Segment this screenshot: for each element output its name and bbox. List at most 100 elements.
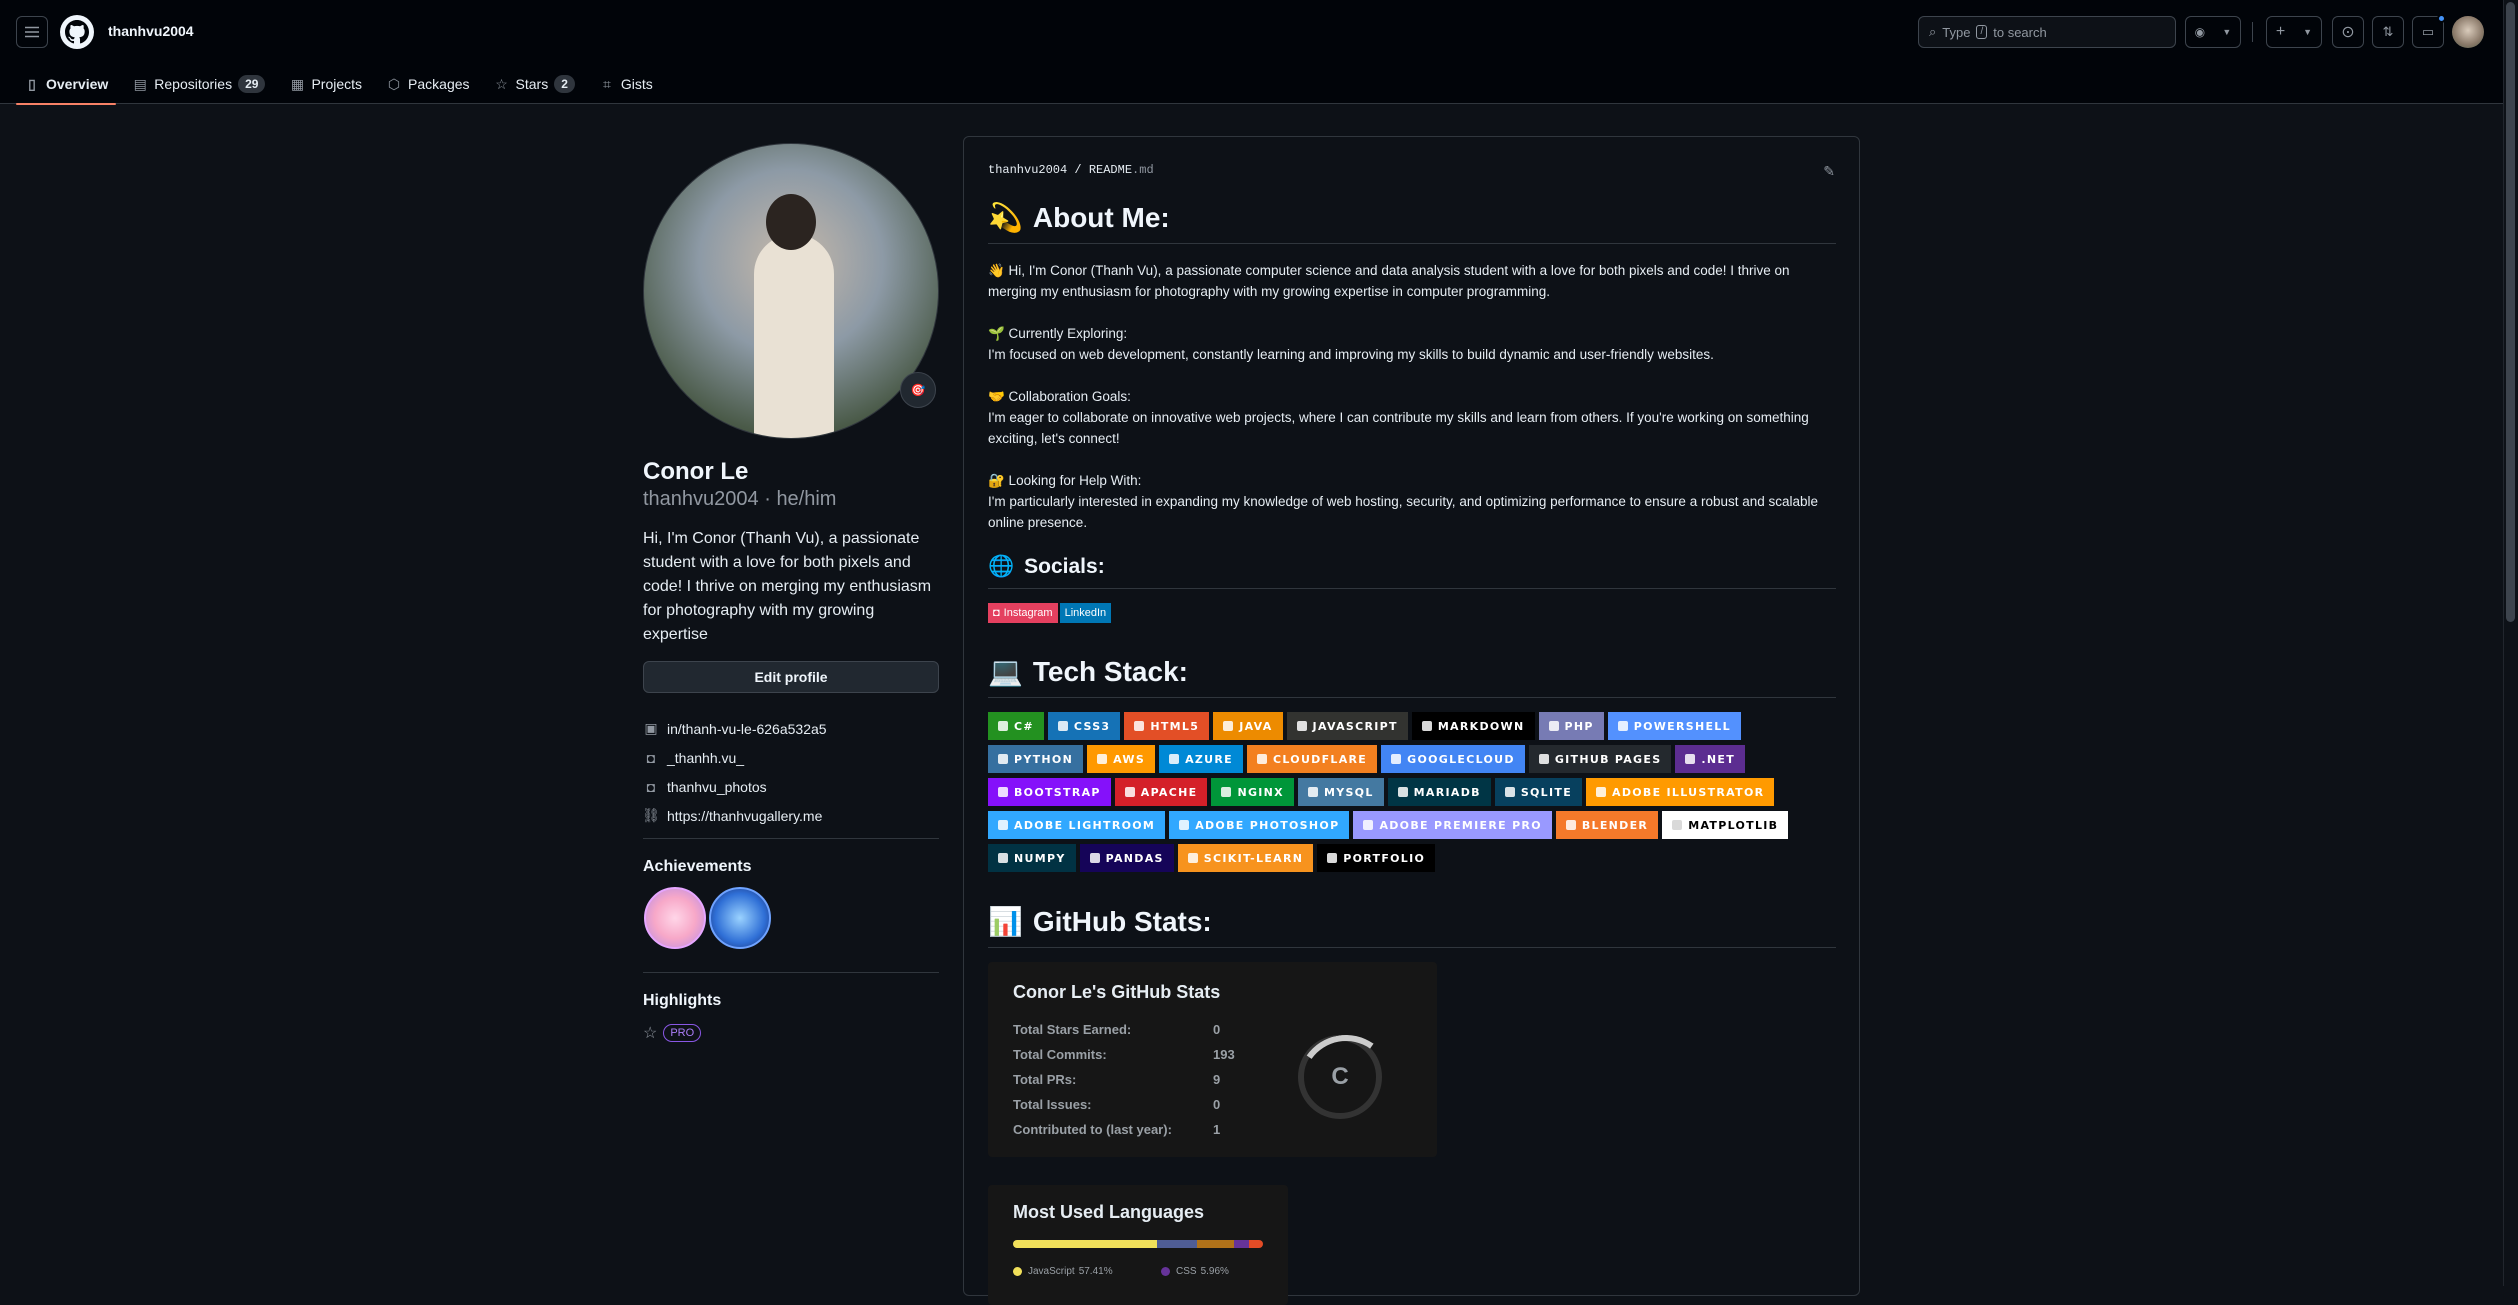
tech-badge[interactable]: php	[1538, 712, 1604, 740]
stars-count: 2	[554, 75, 575, 93]
tech-badge[interactable]: adobe illustrator	[1586, 778, 1775, 806]
tech-badge[interactable]: bootstrap	[988, 778, 1111, 806]
pull-requests-button[interactable]: ⇅	[2372, 16, 2404, 48]
tech-badge-label: python	[1014, 752, 1074, 766]
tech-badge[interactable]: scikit-learn	[1177, 844, 1314, 872]
tech-badge[interactable]: blender	[1555, 811, 1659, 839]
tab-stars[interactable]: ☆ Stars 2	[486, 64, 583, 104]
tech-logo-icon	[1538, 754, 1549, 764]
achievement-yolo-badge[interactable]	[644, 887, 706, 949]
tab-repositories[interactable]: ▤ Repositories 29	[124, 64, 273, 104]
tech-badge[interactable]: googlecloud	[1381, 745, 1525, 773]
link-website[interactable]: ⛓ https://thanhvugallery.me	[642, 801, 939, 830]
collab-text: I'm eager to collaborate on innovative w…	[988, 410, 1809, 446]
edit-profile-button[interactable]: Edit profile	[643, 661, 939, 693]
link-instagram-2[interactable]: ◘ thanhvu_photos	[643, 772, 939, 801]
stat-value: 9	[1213, 1072, 1221, 1087]
tech-badge-list: c# css3 html5 java javascript markdown php powe…	[988, 712, 1836, 877]
tech-badge[interactable]: portfolio	[1317, 844, 1436, 872]
copilot-button[interactable]: ◉ ▼	[2185, 16, 2241, 48]
inbox-icon: ▭	[2421, 24, 2435, 39]
tech-badge[interactable]: markdown	[1411, 712, 1535, 740]
tech-badge[interactable]: c#	[988, 712, 1044, 740]
issues-button[interactable]: ⊙	[2332, 16, 2364, 48]
tech-badge[interactable]: cloudflare	[1247, 745, 1378, 773]
tech-badge[interactable]: html5	[1124, 712, 1210, 740]
repo-icon: ▤	[133, 75, 147, 92]
user-avatar[interactable]	[2452, 16, 2484, 48]
tech-badge[interactable]: pandas	[1079, 844, 1174, 872]
instagram-badge[interactable]: ◘ Instagram	[988, 603, 1058, 623]
search-input[interactable]: ⌕ Type / to search	[1918, 16, 2176, 48]
profile-login: thanhvu2004 · he/him	[643, 488, 837, 510]
tech-badge[interactable]: sqlite	[1494, 778, 1583, 806]
create-new-button[interactable]: + ▼	[2266, 16, 2322, 48]
tech-badge-label: aws	[1113, 752, 1146, 766]
tech-badge[interactable]: mariadb	[1387, 778, 1491, 806]
set-status-button[interactable]: 🎯	[900, 372, 936, 408]
tech-logo-icon	[1565, 820, 1576, 830]
readme-path-user[interactable]: thanhvu2004	[988, 163, 1067, 177]
readme-path-ext: .md	[1132, 163, 1154, 177]
tech-badge-label: matplotlib	[1688, 818, 1779, 832]
github-stats-card[interactable]: Conor Le's GitHub Stats Total Stars Earn…	[988, 962, 1437, 1157]
tech-badge[interactable]: apache	[1114, 778, 1208, 806]
linkedin-badge[interactable]: LinkedIn	[1059, 603, 1112, 623]
tech-badge[interactable]: python	[988, 745, 1084, 773]
tab-projects[interactable]: ▦ Projects	[281, 64, 370, 104]
achievements-title[interactable]: Achievements	[643, 858, 752, 876]
profile-tabs: ▯ Overview ▤ Repositories 29 ▦ Projects …	[16, 64, 669, 105]
laptop-emoji: 💻	[988, 656, 1023, 687]
tab-gists[interactable]: ⌗ Gists	[591, 64, 661, 104]
tech-badge[interactable]: matplotlib	[1662, 811, 1789, 839]
tech-badge[interactable]: nginx	[1211, 778, 1294, 806]
tech-badge[interactable]: adobe photoshop	[1169, 811, 1350, 839]
achievement-pull-shark-badge[interactable]	[709, 887, 771, 949]
scrollbar-thumb[interactable]	[2506, 2, 2515, 622]
tech-badge[interactable]: aws	[1087, 745, 1156, 773]
tech-logo-icon	[1089, 853, 1100, 863]
tech-badge[interactable]: numpy	[988, 844, 1076, 872]
socials-title: Socials:	[1024, 555, 1105, 578]
tech-badge[interactable]: github pages	[1528, 745, 1672, 773]
link-instagram-1[interactable]: ◘ _thanhh.vu_	[643, 743, 939, 772]
tech-badge[interactable]: .net	[1675, 745, 1746, 773]
stat-label: Total PRs:	[1013, 1072, 1077, 1087]
tech-badge[interactable]: mysql	[1297, 778, 1384, 806]
profile-avatar[interactable]	[643, 143, 939, 439]
edit-readme-button[interactable]: ✎	[1823, 163, 1835, 180]
tech-badge-label: javascript	[1312, 719, 1398, 733]
tab-packages[interactable]: ⬡ Packages	[378, 64, 477, 104]
menu-button[interactable]	[16, 16, 48, 48]
tech-logo-icon	[1221, 787, 1232, 797]
profile-readme: thanhvu2004 / README.md ✎ 💫 About Me: 👋 H…	[963, 136, 1860, 1305]
inbox-button[interactable]: ▭	[2412, 14, 2446, 48]
language-legend-item: JavaScript 57.41%	[1013, 1266, 1113, 1277]
tech-badge[interactable]: javascript	[1286, 712, 1408, 740]
github-logo[interactable]	[60, 15, 94, 49]
tech-badge[interactable]: css3	[1047, 712, 1121, 740]
tech-badge[interactable]: adobe premiere pro	[1353, 811, 1552, 839]
tech-badge[interactable]: java	[1213, 712, 1283, 740]
language-percent: 57.41%	[1078, 1266, 1113, 1277]
tech-badge-label: azure	[1185, 752, 1233, 766]
help-heading: 🔐 Looking for Help With:	[988, 473, 1142, 488]
tab-overview[interactable]: ▯ Overview	[16, 64, 117, 105]
tech-badge[interactable]: powershell	[1607, 712, 1741, 740]
tech-badge[interactable]: azure	[1159, 745, 1243, 773]
language-bar-segment	[1249, 1240, 1263, 1248]
tech-badge-label: css3	[1073, 719, 1111, 733]
tech-badge[interactable]: adobe lightroom	[988, 811, 1166, 839]
top-languages-card[interactable]: Most Used Languages JavaScript 57.41% CSS…	[988, 1185, 1288, 1305]
pro-badge[interactable]: PRO	[663, 1024, 702, 1042]
tech-logo-icon	[1097, 754, 1108, 764]
profile-links: ▣ in/thanh-vu-le-626a532a5 ◘ _thanhh.vu_…	[642, 714, 939, 830]
exploring-text: I'm focused on web development, constant…	[988, 347, 1714, 362]
page-scrollbar[interactable]	[2503, 0, 2518, 1286]
context-username[interactable]: thanhvu2004	[108, 23, 194, 39]
tech-badge-label: pandas	[1105, 851, 1164, 865]
stats-title: GitHub Stats:	[1032, 905, 1212, 937]
link-linkedin[interactable]: ▣ in/thanh-vu-le-626a532a5	[643, 714, 939, 743]
tech-badge-label: adobe lightroom	[1014, 818, 1156, 832]
sidebar-divider	[643, 838, 939, 839]
